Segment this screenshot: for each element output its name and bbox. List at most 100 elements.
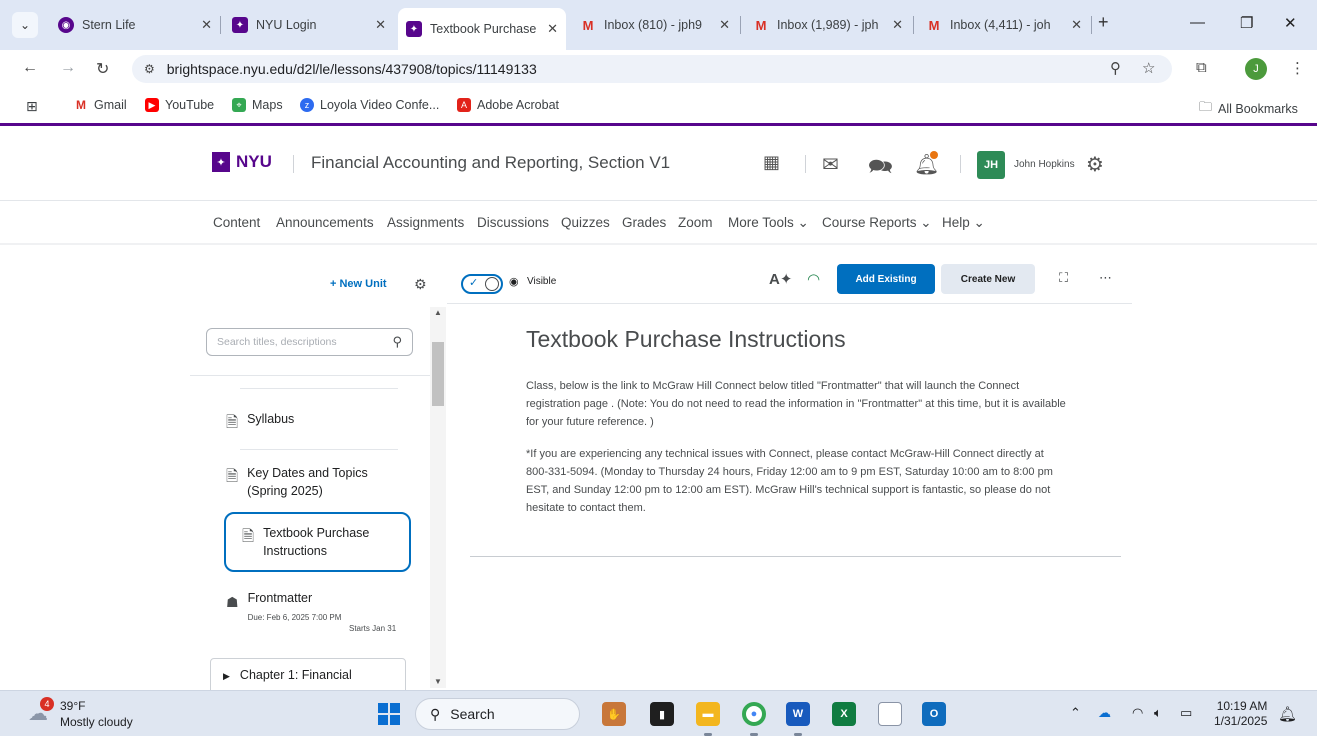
scroll-down-arrow-icon[interactable]: ▼ xyxy=(434,677,442,686)
volume-icon[interactable]: 🔈︎ xyxy=(1154,705,1162,721)
content-toolbar: ✓ ◉ Visible A✦ ◠ Add Existing Create New… xyxy=(447,262,1132,304)
tab-inbox-3[interactable]: M Inbox (4,411) - joh ✕ xyxy=(918,8,1090,42)
tab-stern-life[interactable]: ◉ Stern Life ✕ xyxy=(50,8,220,42)
weather-condition[interactable]: Mostly cloudy xyxy=(60,715,133,729)
fullscreen-icon[interactable]: ⛶ xyxy=(1059,270,1068,286)
gmail-icon: M xyxy=(582,17,594,33)
extensions-icon[interactable]: ⧉ xyxy=(1196,59,1207,76)
nav-announcements[interactable]: Announcements xyxy=(276,215,374,230)
toc-item-frontmatter[interactable]: ☗ Frontmatter Due: Feb 6, 2025 7:00 PM xyxy=(226,589,410,627)
system-clock[interactable]: 10:19 AM 1/31/2025 xyxy=(1214,699,1267,729)
user-avatar[interactable]: JH xyxy=(977,151,1005,179)
nav-assignments[interactable]: Assignments xyxy=(387,215,464,230)
onedrive-icon[interactable]: ☁ xyxy=(1098,705,1111,721)
nyu-icon: ✦ xyxy=(232,17,248,33)
course-selector-grid-icon[interactable]: ▦ xyxy=(763,152,780,173)
nav-grades[interactable]: Grades xyxy=(622,215,666,230)
bookmark-gmail[interactable]: M Gmail xyxy=(74,98,127,112)
document-icon: 🗎 xyxy=(226,414,239,431)
search-icon[interactable]: ⚲ xyxy=(392,334,402,350)
nav-discussions[interactable]: Discussions xyxy=(477,215,549,230)
file-explorer-icon[interactable]: ▬ xyxy=(696,702,720,726)
all-bookmarks[interactable]: 🗀 All Bookmarks xyxy=(1199,98,1298,120)
restore-icon[interactable]: ❐ xyxy=(1240,14,1253,32)
course-title[interactable]: Financial Accounting and Reporting, Sect… xyxy=(311,153,670,173)
windows-start-icon[interactable] xyxy=(378,703,400,725)
chrome-icon[interactable]: ● xyxy=(742,702,766,726)
kebab-menu-icon[interactable]: ⋮ xyxy=(1290,59,1305,77)
window-close-icon[interactable]: ✕ xyxy=(1284,14,1297,32)
gmail-icon: M xyxy=(76,98,86,112)
reload-icon[interactable]: ↻ xyxy=(96,59,109,79)
table-of-contents-panel: + New Unit ⚙ Search titles, descriptions… xyxy=(190,262,446,698)
copilot-widget-icon[interactable]: ✋ xyxy=(602,702,626,726)
user-name[interactable]: John Hopkins xyxy=(1014,159,1075,170)
toc-item-syllabus[interactable]: 🗎 Syllabus xyxy=(226,410,410,432)
notification-bell-icon[interactable]: 🔔︎ xyxy=(1278,705,1297,723)
bookmark-youtube[interactable]: ▶ YouTube xyxy=(145,98,214,112)
nav-zoom[interactable]: Zoom xyxy=(678,215,713,230)
address-bar[interactable]: ⚙ brightspace.nyu.edu/d2l/le/lessons/437… xyxy=(132,55,1172,83)
nav-course-reports[interactable]: Course Reports ⌄ xyxy=(822,215,932,231)
toc-settings-gear-icon[interactable]: ⚙ xyxy=(414,276,427,293)
header-divider xyxy=(805,155,806,173)
taskbar-search[interactable]: ⚲ Search xyxy=(415,698,580,730)
close-icon[interactable]: ✕ xyxy=(892,17,903,33)
notification-dot xyxy=(930,151,938,159)
toc-search-input[interactable]: Search titles, descriptions ⚲ xyxy=(206,328,413,356)
settings-gear-icon[interactable]: ⚙ xyxy=(1086,152,1104,177)
add-existing-button[interactable]: Add Existing xyxy=(837,264,935,294)
word-icon[interactable]: W xyxy=(786,702,810,726)
nav-help[interactable]: Help ⌄ xyxy=(942,215,985,231)
text-format-icon[interactable]: A✦ xyxy=(769,270,792,288)
close-icon[interactable]: ✕ xyxy=(719,17,730,33)
visibility-toggle[interactable]: ✓ xyxy=(461,274,503,294)
chat-icon[interactable]: 🗪 xyxy=(868,152,893,186)
create-new-button[interactable]: Create New xyxy=(941,264,1035,294)
outlook-icon[interactable]: O xyxy=(922,702,946,726)
caret-right-icon: ▶ xyxy=(223,671,230,681)
notepad-icon[interactable] xyxy=(878,702,902,726)
scrollbar-thumb[interactable] xyxy=(432,342,444,406)
bookmark-maps[interactable]: ⌖ Maps xyxy=(232,98,283,112)
tab-inbox-2[interactable]: M Inbox (1,989) - jph ✕ xyxy=(745,8,911,42)
nav-content[interactable]: Content xyxy=(213,215,260,230)
mail-icon[interactable]: ✉ xyxy=(822,152,839,177)
bookmark-loyola[interactable]: z Loyola Video Confe... xyxy=(300,98,439,112)
close-icon[interactable]: ✕ xyxy=(547,21,558,37)
toc-item-textbook-purchase[interactable]: 🗎 Textbook Purchase Instructions xyxy=(224,512,411,572)
nyu-logo[interactable]: ✦ NYU xyxy=(212,152,272,172)
weather-temp[interactable]: 39°F xyxy=(60,699,85,713)
wifi-icon[interactable]: ◠ xyxy=(1132,705,1143,721)
new-tab-plus-icon[interactable]: + xyxy=(1098,12,1109,33)
excel-icon[interactable]: X xyxy=(832,702,856,726)
stern-icon: ◉ xyxy=(58,17,74,33)
forward-arrow-icon[interactable]: → xyxy=(60,59,76,77)
profile-avatar[interactable]: J xyxy=(1245,58,1267,80)
bookmark-star-icon[interactable]: ☆ xyxy=(1142,59,1155,77)
apps-grid-icon[interactable]: ⊞ xyxy=(26,98,38,115)
tab-textbook-purchase[interactable]: ✦ Textbook Purchase ✕ xyxy=(398,8,566,50)
minimize-icon[interactable]: — xyxy=(1190,14,1205,31)
zoom-icon[interactable]: ⚲ xyxy=(1110,59,1121,77)
nyu-icon: ✦ xyxy=(406,21,422,37)
back-arrow-icon[interactable]: ← xyxy=(22,59,38,77)
nav-quizzes[interactable]: Quizzes xyxy=(561,215,610,230)
site-info-icon[interactable]: ⚙ xyxy=(144,62,155,76)
tab-nyu-login[interactable]: ✦ NYU Login ✕ xyxy=(224,8,394,42)
tab-inbox-1[interactable]: M Inbox (810) - jph9 ✕ xyxy=(572,8,738,42)
battery-icon[interactable]: ▭ xyxy=(1180,705,1192,721)
toc-item-key-dates[interactable]: 🗎 Key Dates and Topics (Spring 2025) xyxy=(226,464,410,500)
nav-more-tools[interactable]: More Tools ⌄ xyxy=(728,215,809,231)
tab-search-chevron-icon[interactable]: ⌄ xyxy=(12,12,38,38)
close-icon[interactable]: ✕ xyxy=(375,17,386,33)
readspeaker-icon[interactable]: ◠ xyxy=(807,270,820,288)
more-options-icon[interactable]: ⋯ xyxy=(1099,270,1112,286)
bookmark-acrobat[interactable]: A Adobe Acrobat xyxy=(457,98,559,112)
close-icon[interactable]: ✕ xyxy=(1071,17,1082,33)
task-view-icon[interactable]: ▮ xyxy=(650,702,674,726)
scroll-up-arrow-icon[interactable]: ▲ xyxy=(434,308,442,317)
new-unit-button[interactable]: + New Unit xyxy=(330,278,387,290)
tray-chevron-up-icon[interactable]: ⌃ xyxy=(1070,705,1081,721)
close-icon[interactable]: ✕ xyxy=(201,17,212,33)
